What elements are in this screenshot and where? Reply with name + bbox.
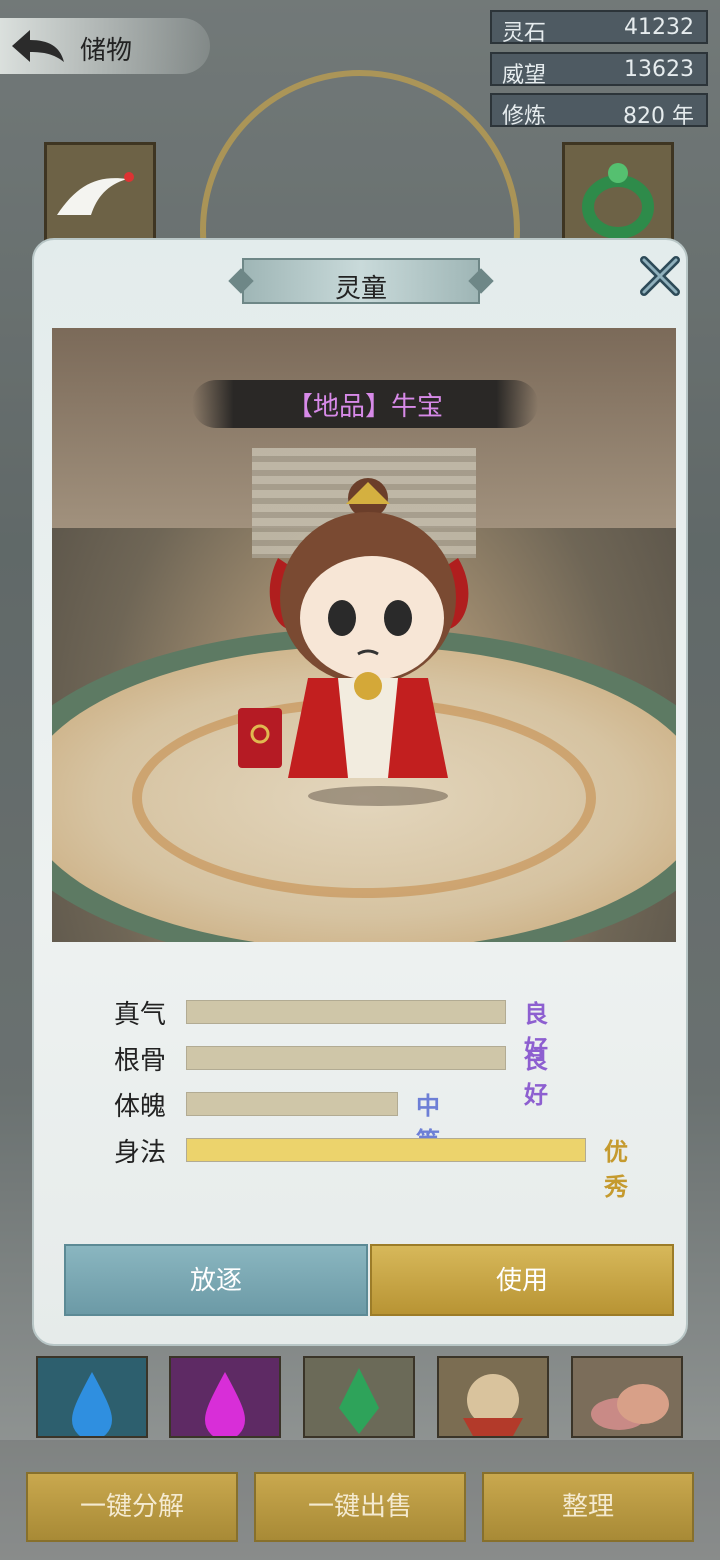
character-name: 【地品】牛宝: [286, 392, 443, 422]
resource-label: 修炼: [502, 104, 547, 129]
back-arrow-icon: [12, 30, 64, 62]
stat-bar: [186, 1138, 586, 1162]
stat-grade: 良好: [524, 1046, 548, 1109]
crane-icon: [57, 172, 134, 215]
decompose-all-button[interactable]: 一键分解: [26, 1472, 238, 1542]
resource-value: 13623: [624, 57, 694, 82]
orb-icon: [463, 1374, 523, 1436]
character-name-banner: 【地品】牛宝: [192, 380, 538, 428]
back-button[interactable]: 储物: [0, 18, 210, 74]
character-scene: 【地品】牛宝: [52, 328, 676, 942]
inventory-item-jade-crystal[interactable]: [303, 1356, 415, 1438]
stat-bar: [186, 1000, 506, 1024]
stat-name: 体魄: [114, 1092, 167, 1122]
inventory-item-pastry[interactable]: [571, 1356, 683, 1438]
modal-title: 灵童: [334, 274, 387, 304]
use-button[interactable]: 使用: [370, 1244, 674, 1316]
stat-bar: [186, 1046, 506, 1070]
pastry-icon: [591, 1384, 669, 1430]
blue-drop-icon: [72, 1372, 112, 1436]
exile-button[interactable]: 放逐: [64, 1244, 368, 1316]
resource-value: 820 年: [623, 104, 694, 129]
spirit-child-character: [238, 478, 469, 806]
resource-cultivation: 修炼 820 年: [490, 93, 708, 129]
resource-label: 威望: [502, 63, 547, 88]
close-icon[interactable]: [638, 254, 682, 298]
resource-prestige: 威望 13623: [490, 52, 708, 88]
inventory-item-purple-drop[interactable]: [169, 1356, 281, 1438]
spirit-child-modal: 灵童 【地品】牛宝 真气 良好 根骨 良好 体魄 中 身法 优秀 放逐 使用: [32, 238, 688, 1346]
resource-value: 41232: [624, 15, 694, 40]
back-label: 储物: [80, 36, 133, 66]
stat-bar: [186, 1092, 398, 1116]
sell-all-button[interactable]: 一键出售: [254, 1472, 466, 1542]
stat-name: 真气: [114, 1000, 167, 1030]
green-crystal-icon: [339, 1368, 379, 1434]
modal-title-plate: 灵童: [242, 258, 480, 304]
sort-button[interactable]: 整理: [482, 1472, 694, 1542]
resource-label: 灵石: [502, 21, 547, 46]
purple-drop-icon: [205, 1372, 245, 1436]
inventory-item-orb[interactable]: [437, 1356, 549, 1438]
stat-name: 根骨: [114, 1046, 167, 1076]
stat-name: 身法: [114, 1138, 167, 1168]
inventory-item-water-drop[interactable]: [36, 1356, 148, 1438]
resource-spirit-stone: 灵石 41232: [490, 10, 708, 46]
jade-ring-icon: [582, 163, 654, 239]
stat-grade: 优秀: [604, 1138, 628, 1201]
